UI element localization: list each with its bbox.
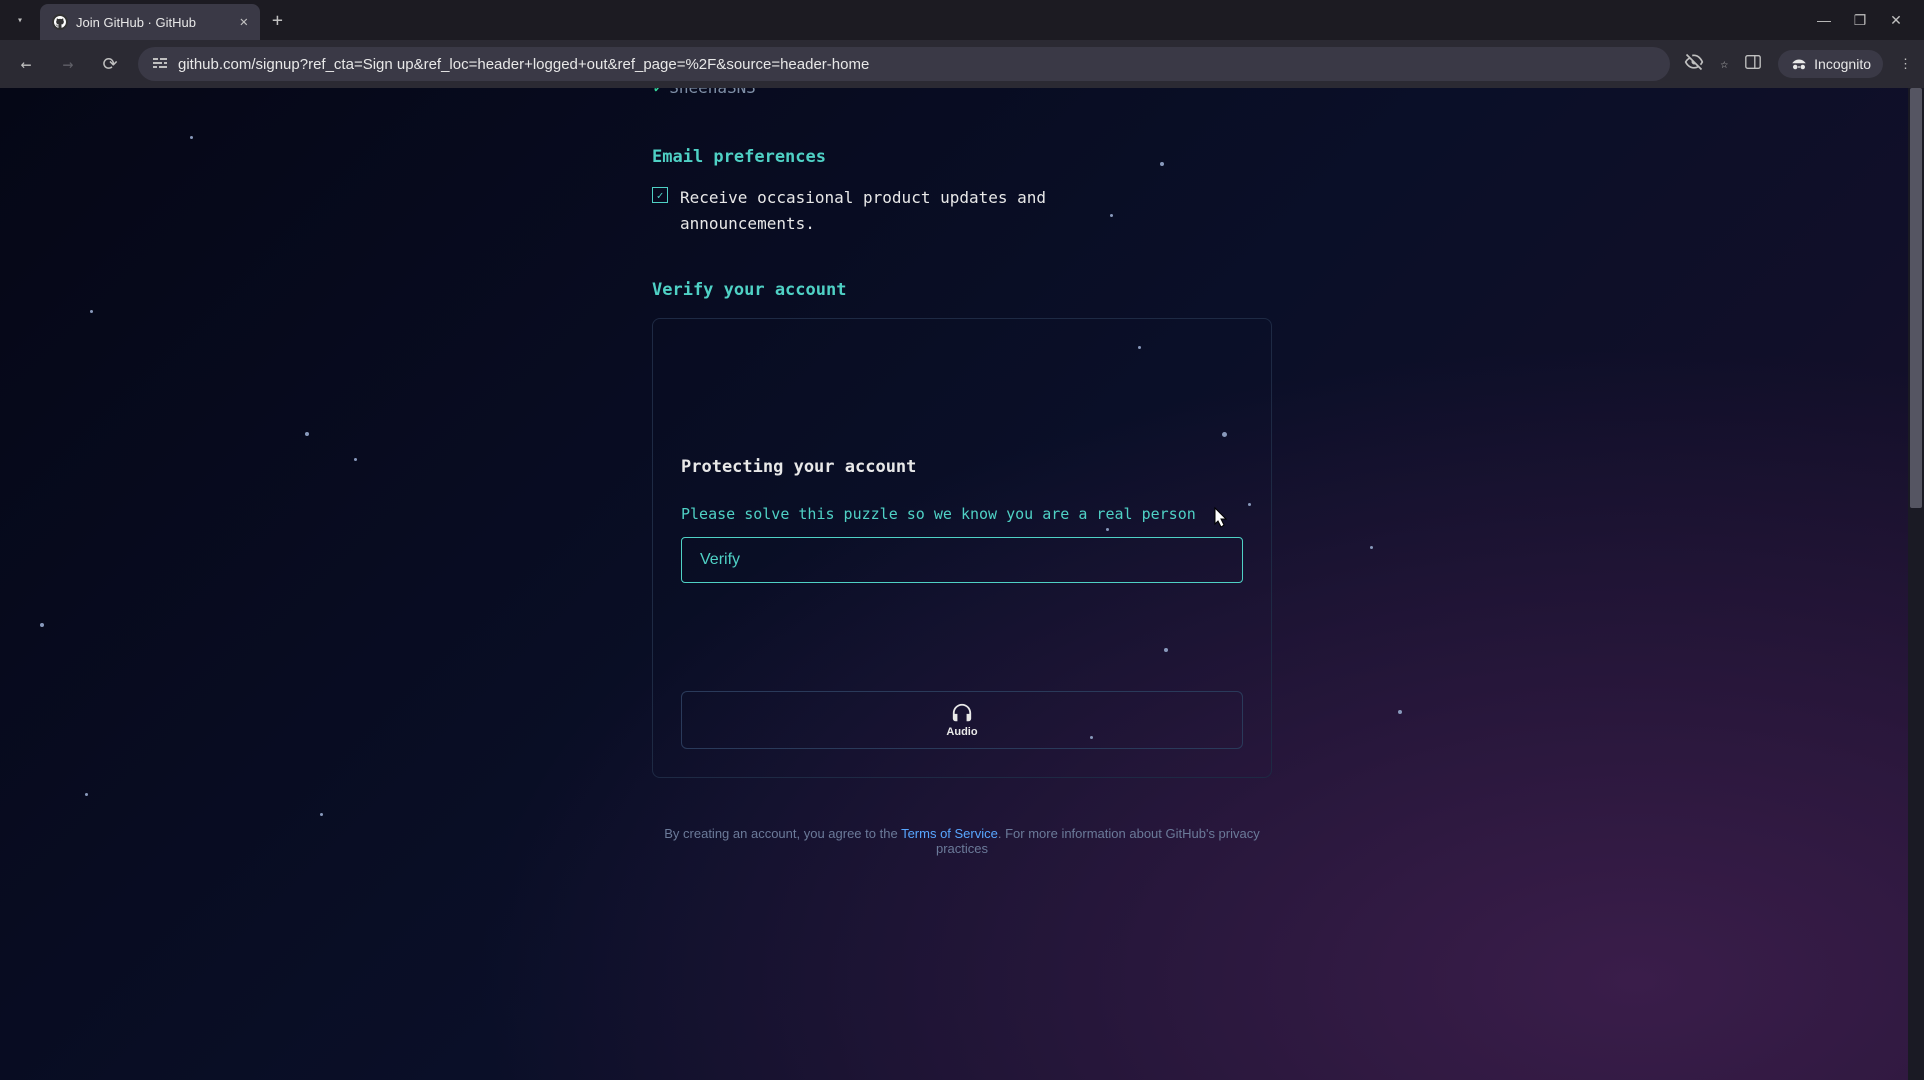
username-value: SheenaSN3: [669, 88, 756, 97]
search-tabs-icon[interactable]: ▾: [8, 8, 32, 32]
new-tab-button[interactable]: +: [272, 10, 283, 31]
close-window-icon[interactable]: ✕: [1888, 12, 1904, 29]
audio-label: Audio: [946, 726, 977, 738]
scrollbar-thumb[interactable]: [1910, 88, 1922, 508]
site-settings-icon[interactable]: [152, 55, 168, 74]
username-validated: ✔ SheenaSN3: [654, 88, 1272, 97]
footer-terms: By creating an account, you agree to the…: [652, 826, 1272, 856]
browser-chrome: ▾ Join GitHub · GitHub ✕ + — ❐ ✕ ← → ⟳ g…: [0, 0, 1924, 88]
page-content: ✔ SheenaSN3 Email preferences ✓ Receive …: [0, 88, 1924, 1080]
forward-button[interactable]: →: [54, 54, 82, 75]
verify-account-heading: Verify your account: [652, 280, 1272, 300]
verify-button[interactable]: Verify: [681, 537, 1243, 583]
bookmark-icon[interactable]: ☆: [1720, 57, 1728, 72]
url-text: github.com/signup?ref_cta=Sign up&ref_lo…: [178, 56, 869, 73]
captcha-subtitle: Please solve this puzzle so we know you …: [681, 505, 1243, 523]
tos-link[interactable]: Terms of Service: [901, 826, 998, 841]
audio-captcha-button[interactable]: Audio: [681, 691, 1243, 749]
address-bar: ← → ⟳ github.com/signup?ref_cta=Sign up&…: [0, 40, 1924, 88]
back-button[interactable]: ←: [12, 54, 40, 75]
email-prefs-label: Receive occasional product updates and a…: [680, 185, 1120, 236]
side-panel-icon[interactable]: [1744, 53, 1762, 75]
tab-bar: ▾ Join GitHub · GitHub ✕ + — ❐ ✕: [0, 0, 1924, 40]
close-tab-icon[interactable]: ✕: [240, 14, 248, 30]
tab-active[interactable]: Join GitHub · GitHub ✕: [40, 4, 260, 40]
maximize-icon[interactable]: ❐: [1852, 12, 1868, 29]
captcha-title: Protecting your account: [681, 457, 1243, 477]
check-icon: ✔: [654, 88, 661, 95]
url-input[interactable]: github.com/signup?ref_cta=Sign up&ref_lo…: [138, 47, 1670, 81]
tab-title: Join GitHub · GitHub: [76, 15, 232, 30]
scrollbar[interactable]: [1908, 88, 1924, 1080]
minimize-icon[interactable]: —: [1816, 12, 1832, 29]
menu-icon[interactable]: ⋮: [1899, 57, 1912, 72]
incognito-label: Incognito: [1814, 56, 1871, 72]
headphones-icon: [950, 702, 974, 724]
captcha-panel: Protecting your account Please solve thi…: [652, 318, 1272, 778]
no-tracking-icon[interactable]: [1684, 52, 1704, 76]
github-favicon: [52, 14, 68, 30]
email-prefs-checkbox[interactable]: ✓: [652, 187, 668, 203]
incognito-badge[interactable]: Incognito: [1778, 50, 1883, 78]
email-prefs-heading: Email preferences: [652, 147, 1272, 167]
window-controls: — ❐ ✕: [1816, 12, 1916, 29]
reload-button[interactable]: ⟳: [96, 54, 124, 75]
